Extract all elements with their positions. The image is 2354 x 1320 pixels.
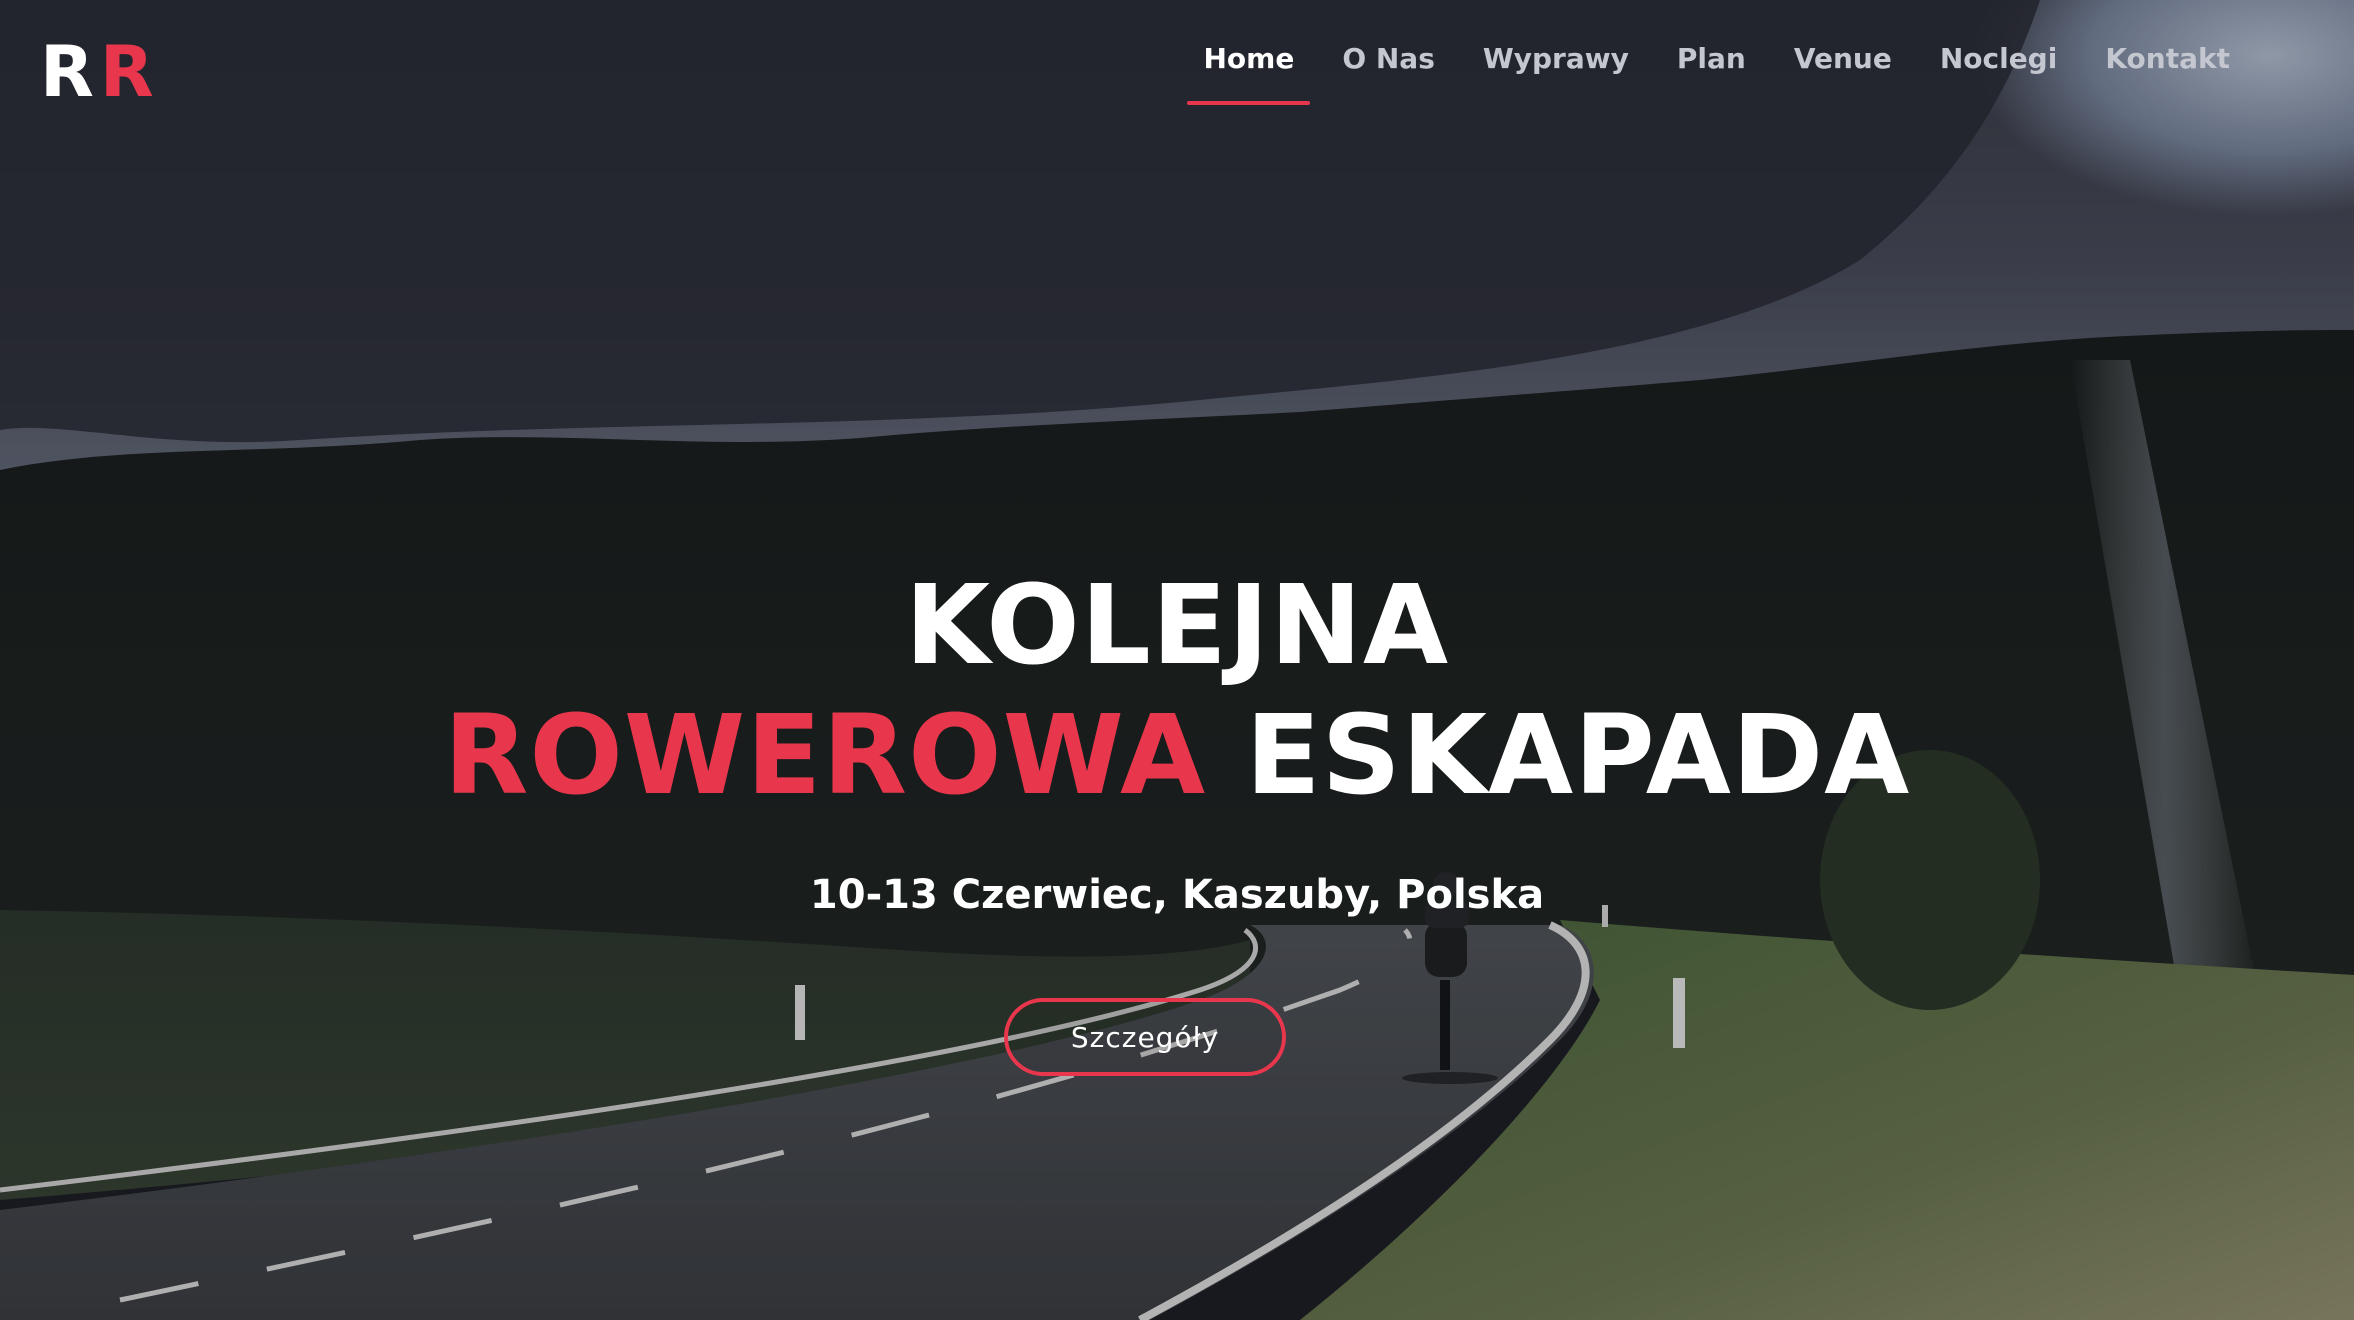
hero-section: RR Home O Nas Wyprawy Plan Venue Noclegi…	[0, 0, 2354, 1320]
details-button[interactable]: Szczegóły	[1004, 998, 1286, 1076]
logo-letter-2: R	[99, 31, 160, 113]
logo-letter-1: R	[40, 31, 100, 113]
hero-headline: KOLEJNA ROWEROWA ESKAPADA	[0, 560, 2354, 820]
main-navigation: Home O Nas Wyprawy Plan Venue Noclegi Ko…	[1179, 36, 2254, 105]
nav-item-o-nas[interactable]: O Nas	[1326, 36, 1451, 105]
nav-item-home[interactable]: Home	[1187, 36, 1311, 105]
nav-item-plan[interactable]: Plan	[1661, 36, 1762, 105]
headline-line-2: ROWEROWA ESKAPADA	[0, 690, 2354, 820]
nav-item-venue[interactable]: Venue	[1778, 36, 1908, 105]
nav-item-noclegi[interactable]: Noclegi	[1924, 36, 2074, 105]
headline-accent-word: ROWEROWA	[443, 691, 1207, 819]
headline-rest-word: ESKAPADA	[1245, 691, 1911, 819]
nav-item-wyprawy[interactable]: Wyprawy	[1467, 36, 1645, 105]
headline-line-1: KOLEJNA	[904, 561, 1450, 689]
site-logo[interactable]: RR	[40, 34, 160, 110]
hero-subtitle: 10-13 Czerwiec, Kaszuby, Polska	[809, 872, 1545, 918]
nav-item-kontakt[interactable]: Kontakt	[2089, 36, 2246, 105]
